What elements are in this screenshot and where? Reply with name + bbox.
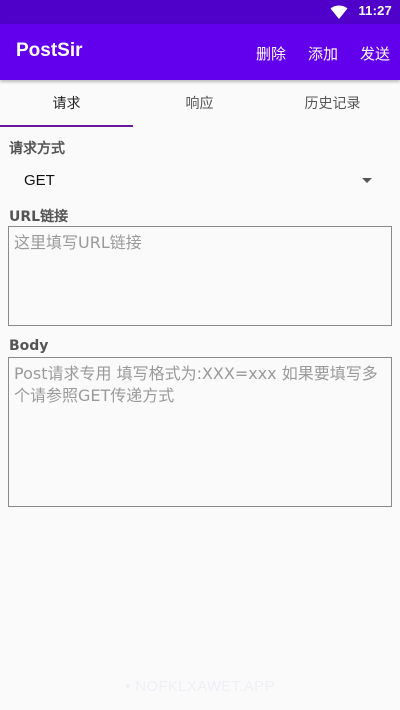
watermark: • NOFKLXAWET.APP xyxy=(125,678,275,695)
app-bar: PostSir 删除 添加 发送 xyxy=(0,24,400,80)
delete-button[interactable]: 删除 xyxy=(256,43,286,64)
dropdown-arrow-icon xyxy=(362,178,372,183)
screen: 11:27 PostSir 删除 添加 发送 请求 响应 历史记录 请求方式 G… xyxy=(0,0,400,710)
url-input[interactable] xyxy=(8,226,392,326)
wifi-icon xyxy=(330,5,348,19)
status-bar: 11:27 xyxy=(0,0,400,24)
tab-response[interactable]: 响应 xyxy=(133,80,266,128)
tab-bar: 请求 响应 历史记录 xyxy=(0,80,400,128)
tab-indicator xyxy=(0,125,133,127)
body-input[interactable] xyxy=(8,357,392,507)
add-button[interactable]: 添加 xyxy=(308,43,338,64)
tab-request[interactable]: 请求 xyxy=(0,80,133,128)
app-title: PostSir xyxy=(16,40,83,61)
url-label: URL链接 xyxy=(9,209,69,225)
method-select[interactable]: GET xyxy=(8,166,392,198)
send-button[interactable]: 发送 xyxy=(360,43,390,64)
body-label: Body xyxy=(9,338,49,354)
method-select-value: GET xyxy=(24,172,55,189)
status-time: 11:27 xyxy=(358,3,392,18)
method-label: 请求方式 xyxy=(9,141,65,157)
tab-history[interactable]: 历史记录 xyxy=(266,80,399,128)
